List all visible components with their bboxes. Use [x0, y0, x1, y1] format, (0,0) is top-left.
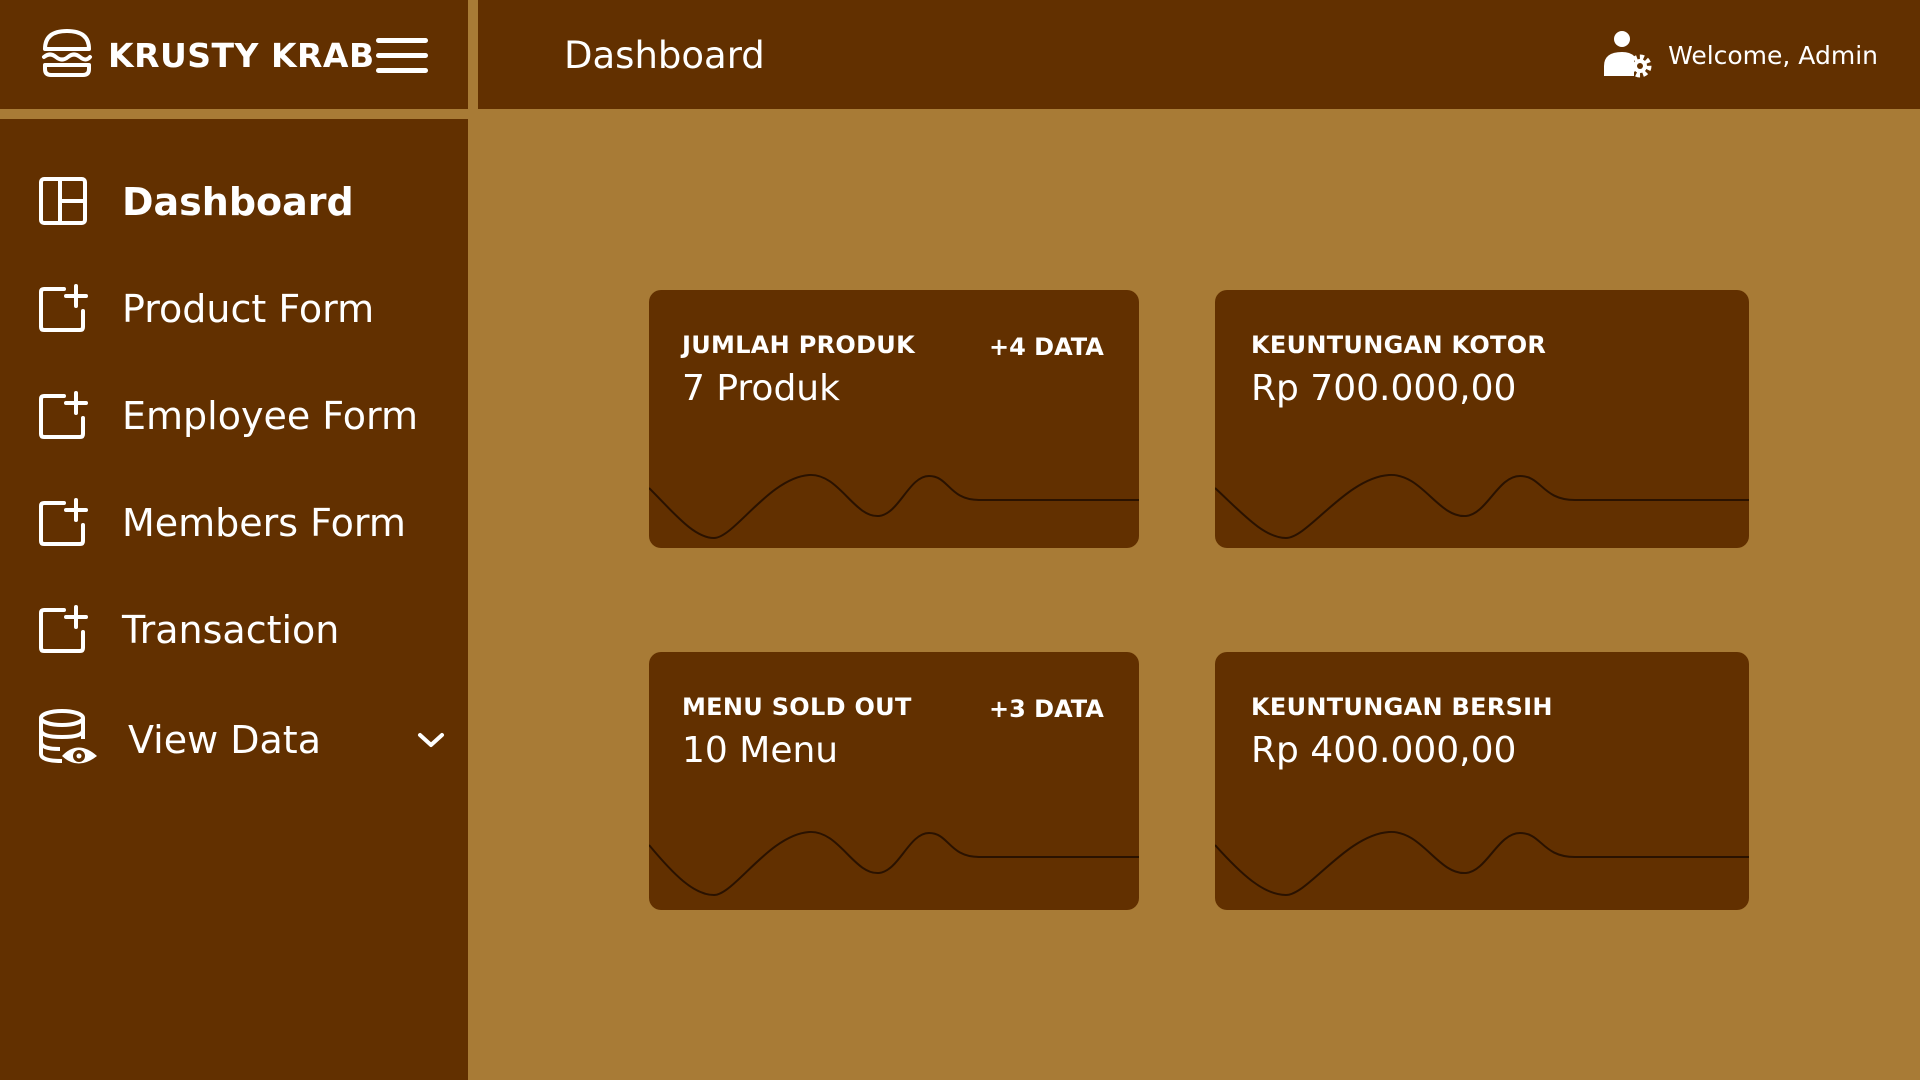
card-label: KEUNTUNGAN BERSIH: [1251, 693, 1553, 721]
sidebar-item-label: Transaction: [122, 608, 340, 652]
brand-name: KRUSTY KRAB: [108, 36, 375, 75]
sidebar-item-dashboard[interactable]: Dashboard: [38, 172, 354, 232]
card-jumlah-produk: JUMLAH PRODUK +4 DATA 7 Produk: [649, 290, 1139, 548]
card-keuntungan-bersih: KEUNTUNGAN BERSIH Rp 400.000,00: [1215, 652, 1749, 910]
card-badge: +3 DATA: [989, 695, 1104, 723]
sidebar-item-transaction[interactable]: Transaction: [38, 600, 339, 660]
user-menu[interactable]: Welcome, Admin: [1602, 28, 1878, 82]
add-document-icon: [39, 498, 88, 546]
sparkline-graphic: [1215, 473, 1749, 540]
sidebar-item-label: Product Form: [122, 287, 375, 331]
sidebar-item-members-form[interactable]: Members Form: [38, 493, 406, 553]
sidebar-item-label: Employee Form: [122, 394, 419, 438]
burger-icon: [42, 29, 92, 77]
sparkline-graphic: [649, 473, 1139, 540]
add-document-icon: [39, 391, 88, 439]
layout-icon: [39, 177, 87, 225]
card-value: 7 Produk: [682, 368, 840, 409]
sidebar-item-label: Members Form: [122, 501, 406, 545]
card-value: Rp 700.000,00: [1251, 368, 1517, 409]
sidebar-item-product-form[interactable]: Product Form: [38, 279, 374, 339]
page-title: Dashboard: [564, 34, 765, 77]
card-value: Rp 400.000,00: [1251, 730, 1517, 771]
user-gear-icon: [1604, 31, 1652, 78]
chevron-down-icon[interactable]: [416, 730, 446, 750]
sidebar-item-view-data[interactable]: View Data: [38, 709, 468, 770]
hamburger-menu-icon[interactable]: [376, 38, 428, 74]
add-document-icon: [39, 284, 88, 332]
sparkline-graphic: [1215, 830, 1749, 897]
sidebar-item-label: View Data: [128, 718, 321, 762]
card-value: 10 Menu: [682, 730, 839, 771]
sparkline-graphic: [649, 830, 1139, 897]
card-label: MENU SOLD OUT: [682, 693, 912, 721]
database-eye-icon: [39, 709, 97, 764]
sidebar: Dashboard Product Form Employee Form Mem…: [0, 119, 468, 1080]
card-menu-sold-out: MENU SOLD OUT +3 DATA 10 Menu: [649, 652, 1139, 910]
sidebar-item-employee-form[interactable]: Employee Form: [38, 386, 418, 446]
sidebar-item-label: Dashboard: [122, 180, 354, 224]
card-label: KEUNTUNGAN KOTOR: [1251, 331, 1547, 359]
card-label: JUMLAH PRODUK: [682, 331, 915, 359]
top-bar: Dashboard Welcome, Admin: [478, 0, 1920, 109]
card-keuntungan-kotor: KEUNTUNGAN KOTOR Rp 700.000,00: [1215, 290, 1749, 548]
add-document-icon: [39, 605, 88, 653]
card-badge: +4 DATA: [989, 333, 1104, 361]
brand-bar: KRUSTY KRAB: [0, 0, 468, 109]
welcome-text: Welcome, Admin: [1668, 40, 1878, 70]
